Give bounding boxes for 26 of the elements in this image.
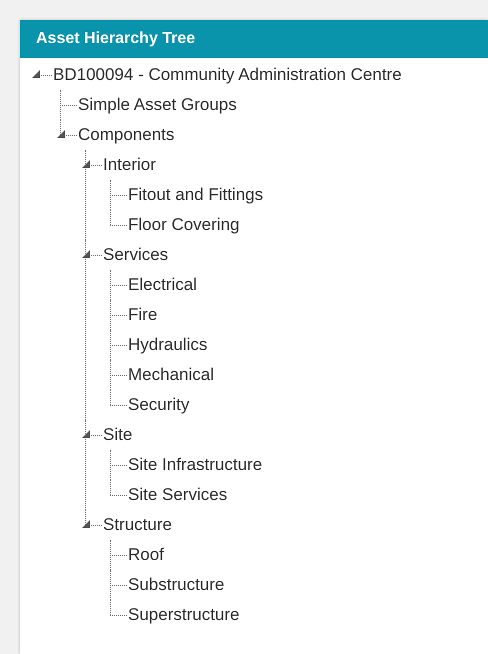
- expander-icon[interactable]: [57, 130, 65, 138]
- tree-item[interactable]: Site Infrastructure: [128, 455, 262, 475]
- expander-icon[interactable]: [82, 430, 90, 438]
- tree-item[interactable]: Fire: [128, 305, 158, 325]
- tree-item[interactable]: Site: [103, 425, 132, 445]
- tree-item[interactable]: Roof: [128, 545, 164, 565]
- tree-item[interactable]: Services: [103, 245, 168, 265]
- tree-item[interactable]: Superstructure: [128, 605, 240, 625]
- tree-item[interactable]: Floor Covering: [128, 215, 240, 235]
- panel-title: Asset Hierarchy Tree: [20, 20, 488, 58]
- tree-item[interactable]: Site Services: [128, 485, 228, 505]
- expander-icon[interactable]: [82, 520, 90, 528]
- tree-item[interactable]: Hydraulics: [128, 335, 208, 355]
- expander-icon[interactable]: [82, 160, 90, 168]
- tree-item[interactable]: Mechanical: [128, 365, 214, 385]
- tree-item[interactable]: Electrical: [128, 275, 197, 295]
- tree-item[interactable]: Security: [128, 395, 190, 415]
- expander-icon[interactable]: [32, 70, 40, 78]
- tree-item[interactable]: Components: [78, 125, 174, 145]
- tree-item[interactable]: Substructure: [128, 575, 224, 595]
- tree-item[interactable]: Simple Asset Groups: [78, 95, 237, 115]
- expander-icon[interactable]: [82, 250, 90, 258]
- tree-item[interactable]: Interior: [103, 155, 156, 175]
- tree-item[interactable]: Fitout and Fittings: [128, 185, 264, 205]
- tree-item[interactable]: BD100094 - Community Administration Centre: [53, 65, 402, 85]
- tree-item[interactable]: Structure: [103, 515, 172, 535]
